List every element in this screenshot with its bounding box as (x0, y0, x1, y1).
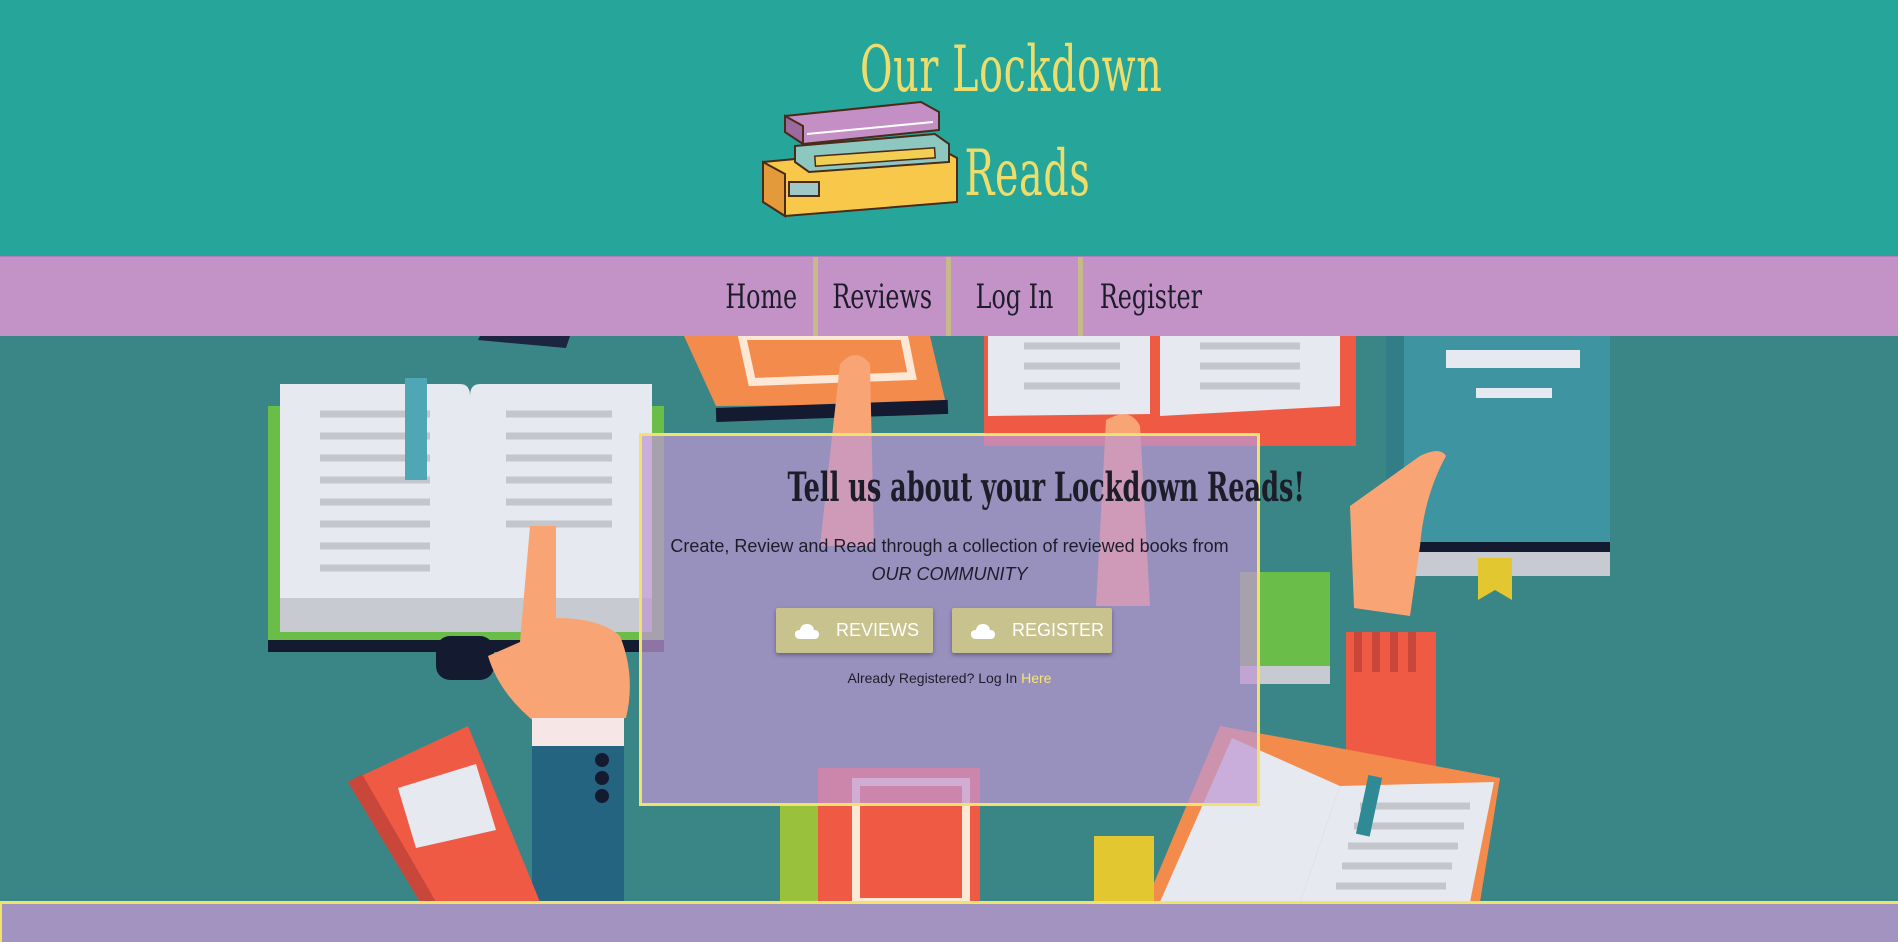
site-title: Our Lockdown Reads (860, 18, 1163, 226)
nav-item-reviews-label: Reviews (832, 277, 932, 317)
login-prompt: Already Registered? Log In Here (642, 670, 1257, 686)
nav-items: Home Reviews Log In Register (710, 257, 1218, 337)
register-button-label: REGISTER (1012, 620, 1105, 640)
nav-item-register-label: Register (1099, 277, 1202, 317)
site-header: Our Lockdown Reads (0, 0, 1898, 256)
login-here-link[interactable]: Here (1021, 670, 1051, 686)
register-button[interactable]: REGISTER (952, 608, 1112, 653)
cloud-icon (971, 623, 995, 639)
nav-item-reviews[interactable]: Reviews (818, 257, 946, 337)
nav-item-login[interactable]: Log In (951, 257, 1078, 337)
site-title-line-2: Reads (964, 137, 1091, 211)
site-title-line-1: Our Lockdown (860, 33, 1163, 107)
nav-item-home-label: Home (725, 277, 798, 317)
nav-item-login-label: Log In (975, 277, 1054, 317)
reviews-button[interactable]: REVIEWS (776, 608, 933, 653)
footer-bar (0, 901, 1898, 942)
hero-heading-text: Tell us about your Lockdown Reads! (787, 464, 1305, 511)
cloud-icon (795, 623, 819, 639)
reviews-button-label: REVIEWS (836, 620, 920, 640)
hero-description: Create, Review and Read through a collec… (652, 532, 1247, 588)
hero-description-text: Create, Review and Read through a collec… (670, 536, 1229, 556)
login-prompt-text: Already Registered? Log In (847, 670, 1018, 686)
hero-panel: Tell us about your Lockdown Reads! Creat… (639, 433, 1305, 806)
nav-item-register[interactable]: Register (1083, 257, 1218, 337)
hero-heading: Tell us about your Lockdown Reads! (642, 464, 1304, 511)
nav-item-home[interactable]: Home (710, 257, 813, 337)
hero-description-emphasis: OUR COMMUNITY (871, 564, 1028, 584)
main-nav: Home Reviews Log In Register (0, 256, 1898, 337)
